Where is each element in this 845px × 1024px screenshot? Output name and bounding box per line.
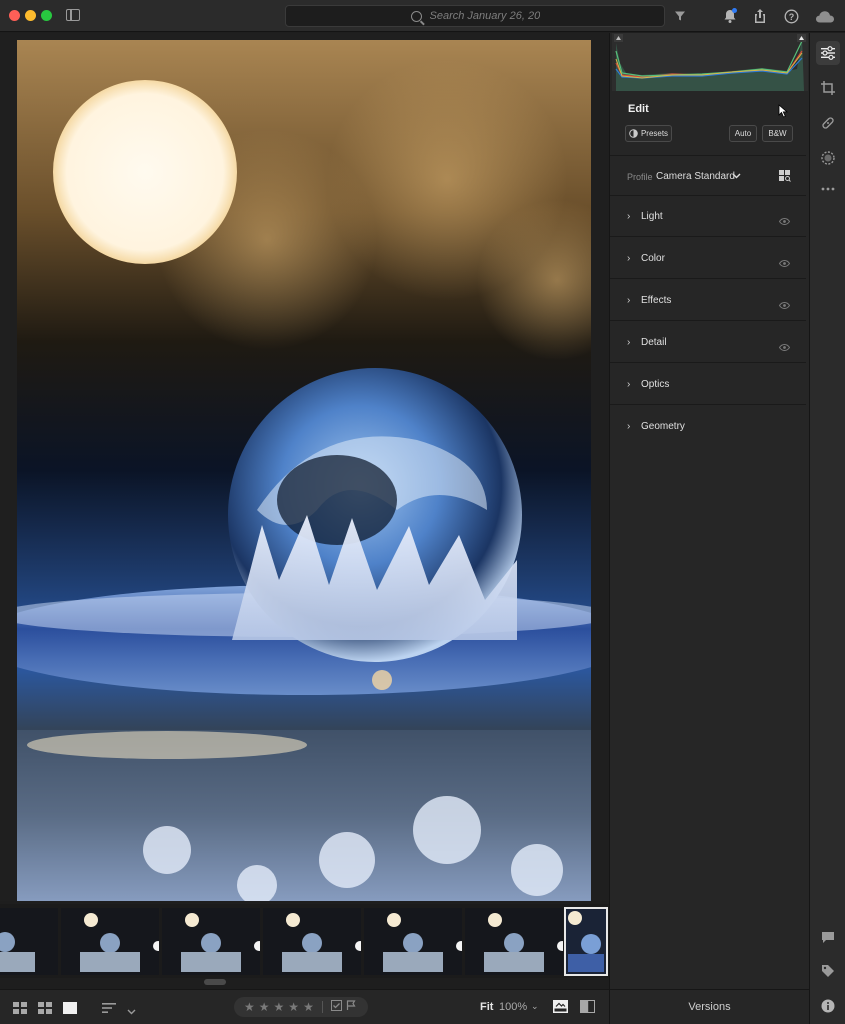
filmstrip-scroll-handle[interactable] xyxy=(204,979,226,985)
chevron-right-icon: › xyxy=(627,253,631,264)
section-label: Color xyxy=(641,253,665,264)
chevron-right-icon: › xyxy=(627,211,631,222)
info-icon[interactable] xyxy=(816,994,840,1018)
filmstrip-thumbnail[interactable] xyxy=(61,908,159,975)
search-field[interactable] xyxy=(285,5,665,27)
filmstrip-toggle-icon[interactable] xyxy=(553,1000,568,1018)
section-label: Effects xyxy=(641,295,672,306)
flag-reject-icon[interactable] xyxy=(346,998,357,1016)
fit-zoom-button[interactable]: Fit xyxy=(480,1001,493,1013)
sidebar-toggle-icon[interactable] xyxy=(66,9,80,21)
chevron-right-icon: › xyxy=(627,421,631,432)
more-icon[interactable] xyxy=(816,177,840,201)
chevron-right-icon: › xyxy=(627,295,631,306)
filter-icon[interactable] xyxy=(672,8,688,24)
filmstrip-thumbnail[interactable] xyxy=(0,908,58,975)
eye-icon[interactable] xyxy=(778,338,791,356)
section-color[interactable]: › Color xyxy=(610,238,806,279)
section-effects[interactable]: › Effects xyxy=(610,280,806,321)
panel-divider xyxy=(610,155,806,156)
zoom-window-button[interactable] xyxy=(41,10,52,21)
profile-chevron-down-icon[interactable] xyxy=(732,171,741,182)
zoom-chevron-icon[interactable]: ⌄ xyxy=(531,1001,539,1012)
rating-divider xyxy=(321,1001,323,1013)
section-geometry[interactable]: › Geometry xyxy=(610,406,806,447)
square-grid-view-icon[interactable] xyxy=(13,1001,27,1019)
chevron-right-icon: › xyxy=(627,337,631,348)
filmstrip-thumbnail[interactable] xyxy=(465,908,563,975)
search-input[interactable] xyxy=(429,10,540,22)
profile-label: Profile xyxy=(627,172,653,182)
rating-and-flag-bar: ★ ★ ★ ★ ★ xyxy=(234,997,368,1017)
search-icon xyxy=(410,10,422,22)
bottom-toolbar: ★ ★ ★ ★ ★ Fit 100% ⌄ xyxy=(0,989,609,1024)
edit-panel: Edit Presets Auto B&W Profile Camera Sta… xyxy=(609,33,809,989)
edit-panel-title: Edit xyxy=(628,103,649,115)
detail-view-icon[interactable] xyxy=(63,1001,77,1019)
photo-viewer xyxy=(0,33,609,901)
section-label: Detail xyxy=(641,337,667,348)
section-label: Optics xyxy=(641,379,670,390)
eye-icon[interactable] xyxy=(778,254,791,272)
help-icon[interactable]: ? xyxy=(783,8,799,24)
filmstrip-thumbnail[interactable] xyxy=(364,908,462,975)
auto-button[interactable]: Auto xyxy=(729,125,757,142)
minimize-window-button[interactable] xyxy=(25,10,36,21)
compare-view-icon[interactable] xyxy=(580,1000,595,1018)
section-label: Light xyxy=(641,211,663,222)
share-icon[interactable] xyxy=(752,8,768,24)
star-icon[interactable]: ★ xyxy=(274,1001,285,1013)
presets-icon xyxy=(629,129,638,138)
filmstrip-thumbnail-selected[interactable] xyxy=(564,907,608,976)
photo-grid-view-icon[interactable] xyxy=(38,1001,52,1019)
filmstrip xyxy=(0,904,609,978)
tag-icon[interactable] xyxy=(816,959,840,983)
crop-icon[interactable] xyxy=(816,76,840,100)
star-icon[interactable]: ★ xyxy=(244,1001,255,1013)
presets-button[interactable]: Presets xyxy=(625,125,672,142)
close-window-button[interactable] xyxy=(9,10,20,21)
tool-rail xyxy=(809,33,845,1024)
masking-icon[interactable] xyxy=(816,146,840,170)
comment-icon[interactable] xyxy=(816,925,840,949)
chevron-down-icon[interactable] xyxy=(127,1002,136,1020)
section-light[interactable]: › Light xyxy=(610,196,806,237)
flag-pick-icon[interactable] xyxy=(330,998,342,1016)
profile-browser-icon[interactable] xyxy=(779,169,791,187)
edit-sliders-icon[interactable] xyxy=(816,41,840,65)
star-icon[interactable]: ★ xyxy=(259,1001,270,1013)
eye-icon[interactable] xyxy=(778,296,791,314)
svg-text:?: ? xyxy=(788,12,794,22)
main-photo[interactable] xyxy=(17,40,591,901)
sort-icon[interactable] xyxy=(102,1001,116,1019)
versions-button[interactable]: Versions xyxy=(610,1001,809,1013)
presets-label: Presets xyxy=(640,129,669,138)
star-icon[interactable]: ★ xyxy=(288,1001,299,1013)
versions-bar: Versions xyxy=(609,989,809,1024)
profile-select[interactable]: Camera Standard xyxy=(656,171,735,182)
histogram xyxy=(612,33,808,91)
bw-button[interactable]: B&W xyxy=(762,125,793,142)
chevron-right-icon: › xyxy=(627,379,631,390)
bell-icon[interactable] xyxy=(722,8,738,24)
zoom-level-button[interactable]: 100% xyxy=(499,1001,527,1013)
cloud-icon[interactable] xyxy=(814,8,836,24)
section-label: Geometry xyxy=(641,421,685,432)
healing-icon[interactable] xyxy=(816,111,840,135)
filmstrip-thumbnail[interactable] xyxy=(263,908,361,975)
eye-icon[interactable] xyxy=(778,212,791,230)
section-detail[interactable]: › Detail xyxy=(610,322,806,363)
section-optics[interactable]: › Optics xyxy=(610,364,806,405)
star-icon[interactable]: ★ xyxy=(303,1001,314,1013)
title-bar: ? xyxy=(0,0,845,32)
mouse-cursor xyxy=(778,104,789,123)
filmstrip-thumbnail[interactable] xyxy=(162,908,260,975)
